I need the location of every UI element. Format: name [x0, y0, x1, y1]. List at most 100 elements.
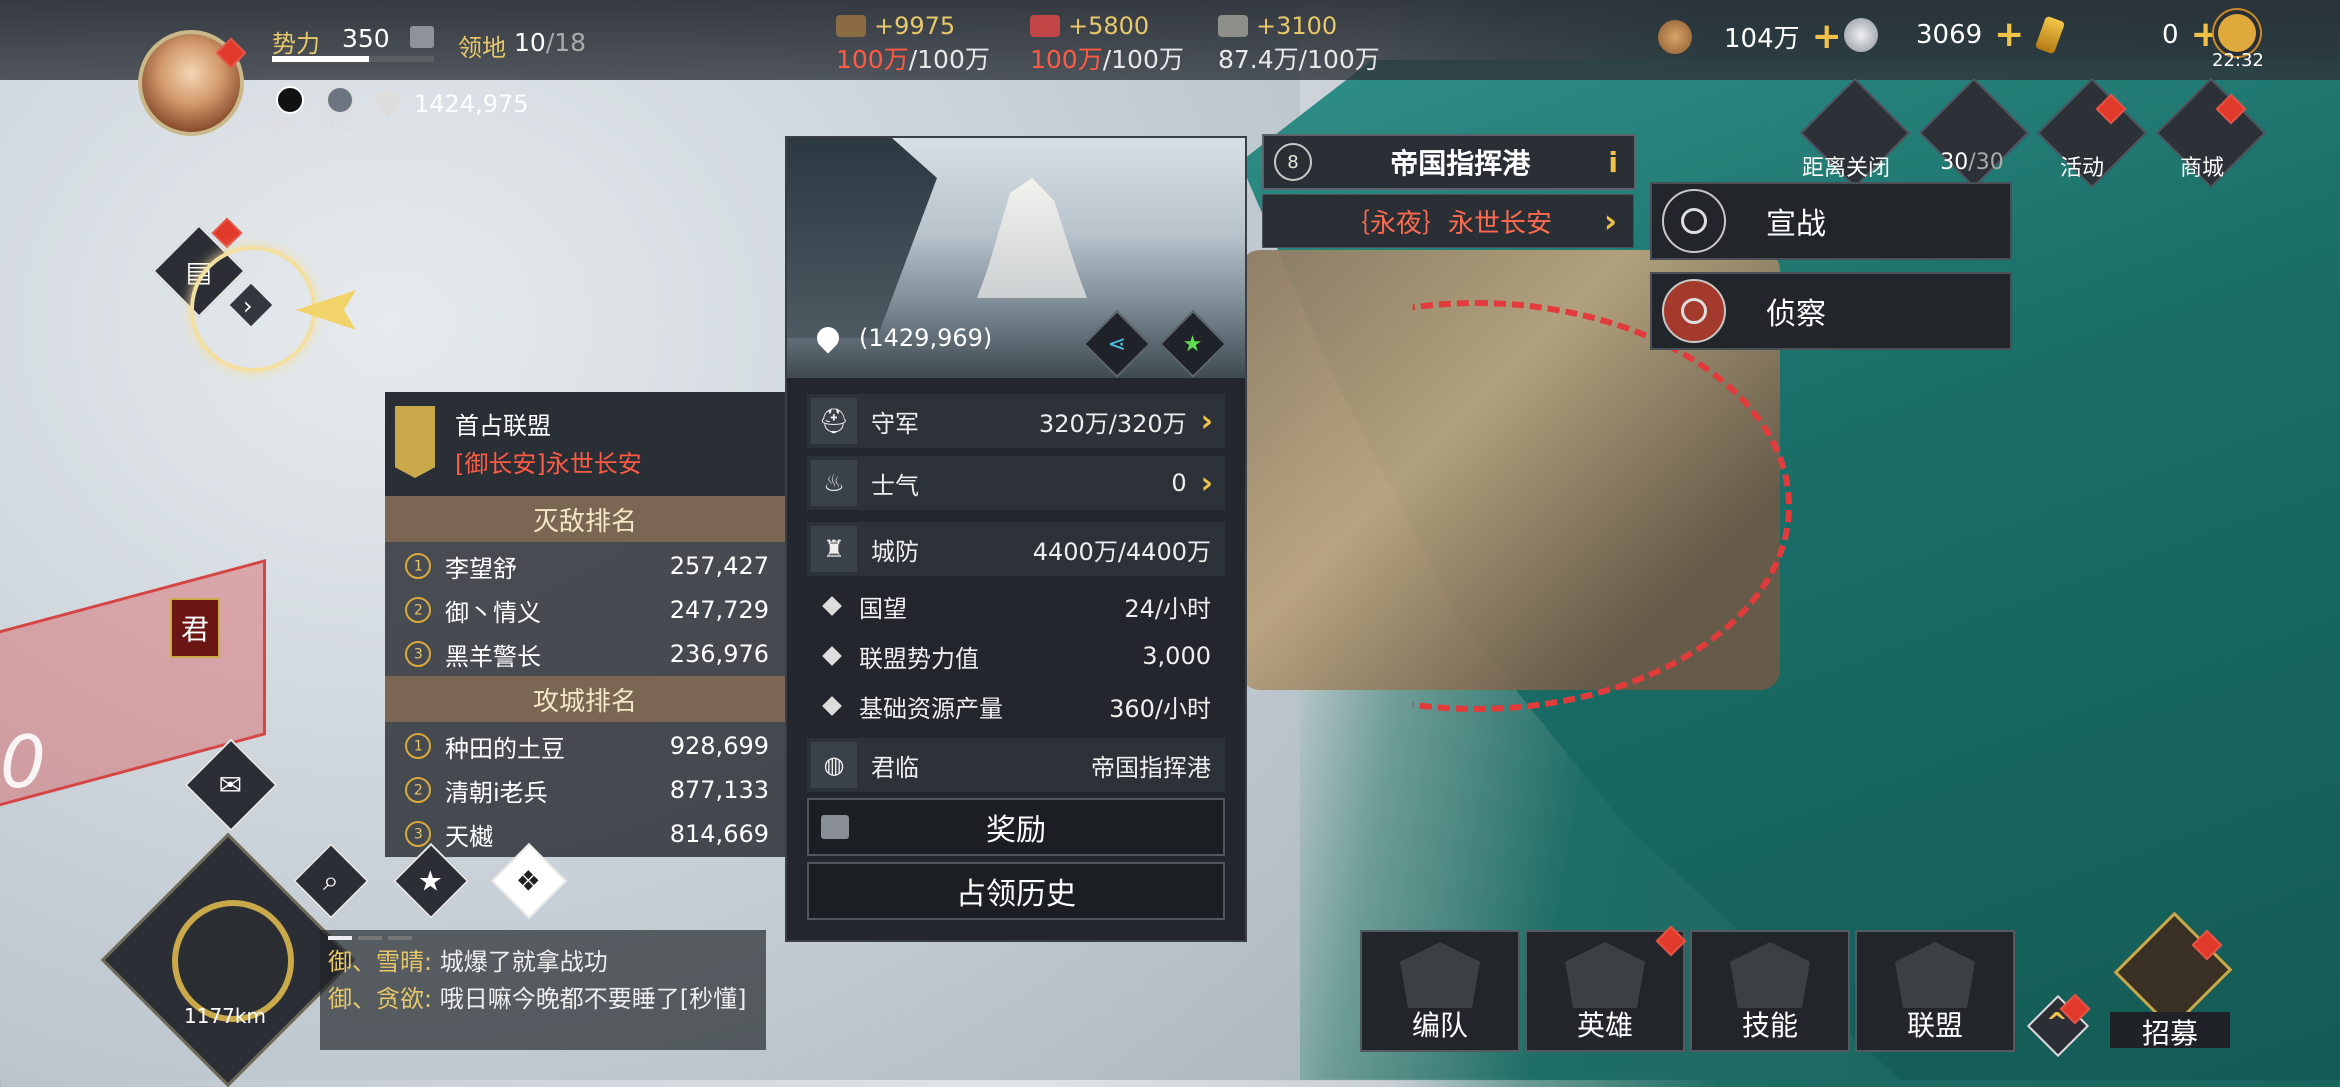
resource-ore[interactable]: +5800 100万/100万 [1030, 12, 1184, 76]
silver-coin-icon [1844, 18, 1878, 52]
team-button[interactable]: 编队 [1360, 930, 1520, 1052]
alliance-power-row: 联盟势力值 3,000 [807, 632, 1225, 680]
list-item[interactable]: 1 种田的土豆 928,699 [385, 724, 785, 768]
scout-icon [1662, 279, 1726, 343]
alliance-ranking-panel: 首占联盟 [御长安]永世长安 灭敌排名 1 李望舒 257,427 2 御丶情义 247… [385, 392, 785, 857]
flame-icon: ♨ [811, 460, 857, 506]
star-icon: ★ [418, 864, 444, 898]
helmet-icon: ⛑ [811, 398, 857, 444]
search-icon: ⌕ [323, 864, 339, 897]
chevron-right-icon: › [1603, 202, 1617, 240]
city-coord-row[interactable]: (1429,969) [812, 322, 993, 354]
city-owner-button[interactable]: ｛永夜｝永世长安 › [1262, 194, 1634, 248]
chevron-right-icon: › [1200, 465, 1213, 501]
zone-number: 0 [0, 720, 46, 804]
chat-page-dot [358, 936, 382, 940]
alliance-banner-icon [395, 406, 435, 478]
defense-row: ♜ 城防 4400万/4400万 [807, 522, 1225, 576]
rule-row: ◍ 君临 帝国指挥港 [807, 738, 1225, 792]
siege-rank-title: 攻城排名 [385, 676, 785, 722]
silver-add-icon[interactable]: + [1994, 17, 2024, 53]
community-icon[interactable] [326, 86, 354, 114]
share-icon: ⋖ [1107, 331, 1127, 357]
city-coord: (1429,969) [859, 324, 993, 352]
resource-wood[interactable]: +9975 100万/100万 [836, 12, 990, 76]
privilege-icon[interactable] [276, 86, 304, 114]
list-item[interactable]: 3 黑羊警长 236,976 [385, 632, 785, 676]
helmet-icon [1565, 942, 1645, 1008]
territory-value: 10/18 [514, 28, 587, 57]
ore-icon [1030, 15, 1060, 37]
chat-message: 御、雪晴: 城爆了就拿战功 [328, 948, 608, 976]
shop-label: 商城 [2179, 156, 2224, 181]
bullet-icon [822, 596, 842, 616]
list-item[interactable]: 3 天樾 814,669 [385, 812, 785, 856]
castle-icon: ♜ [811, 526, 857, 572]
star-icon: ★ [1183, 331, 1203, 357]
city-info-panel: (1429,969) ⋖ ★ ⛑ 守军 320万/320万 › ♨ 士气 0 › ♜ 城… [785, 136, 1247, 942]
gold-add-icon[interactable]: + [2191, 17, 2221, 53]
gold-bar-icon [2034, 15, 2066, 55]
chat-message: 御、贪欲: 哦日嘛今晚都不要睡了[秒懂] [328, 985, 747, 1013]
bullet-icon [822, 646, 842, 666]
list-item[interactable]: 1 李望舒 257,427 [385, 544, 785, 588]
list-item[interactable]: 2 御丶情义 247,729 [385, 588, 785, 632]
occupation-history-button[interactable]: 占领历史 [807, 862, 1225, 920]
ship-image [977, 178, 1087, 298]
silver-currency[interactable]: 3069 + [1844, 17, 2024, 53]
privilege-label: 特权 [268, 114, 299, 132]
activity-label: 活动 [2059, 156, 2104, 181]
globe-icon: ◍ [811, 742, 857, 788]
wood-icon [836, 15, 866, 37]
skill-button[interactable]: 技能 [1690, 930, 1850, 1052]
clock-time: 22:32 [2212, 50, 2264, 71]
sun-weather-icon[interactable] [2218, 14, 2256, 52]
power-detail-icon[interactable] [410, 26, 434, 48]
chat-page-dot [328, 936, 352, 940]
declare-war-button[interactable]: 宣战 [1650, 182, 2012, 260]
chat-page-dot [388, 936, 412, 940]
power-progress-bar [272, 56, 434, 62]
prestige-row: 国望 24/小时 [807, 582, 1225, 630]
territory-label: 领地 [458, 34, 506, 62]
morale-row[interactable]: ♨ 士气 0 › [807, 456, 1225, 510]
copper-coin-icon [1658, 19, 1692, 54]
copper-currency[interactable]: 104万 + [1658, 18, 1842, 55]
city-title-bar: 8 帝国指挥港 i [1262, 134, 1636, 190]
chevron-right-icon: › [243, 292, 253, 320]
first-occupier-header: 首占联盟 [御长安]永世长安 [385, 392, 785, 496]
city-level-badge: 8 [1274, 143, 1312, 181]
scout-label: 侦察 [1766, 297, 1826, 332]
alliance-button[interactable]: 联盟 [1855, 930, 2015, 1052]
power-label: 势力 [272, 30, 320, 58]
first-occupier-name[interactable]: [御长安]永世长安 [455, 444, 642, 479]
chest-icon [821, 815, 849, 839]
chat-box[interactable]: 御、雪晴: 城爆了就拿战功 御、贪欲: 哦日嘛今晚都不要睡了[秒懂] [320, 930, 766, 1050]
player-coord[interactable]: 1424,975 [414, 90, 529, 118]
iron-icon [1218, 15, 1248, 37]
city-name: 帝国指挥港 [1390, 147, 1531, 180]
gold-currency[interactable]: 0 + [2034, 15, 2221, 55]
declare-war-icon [1662, 189, 1726, 253]
location-pin-icon [812, 322, 844, 354]
scout-button[interactable]: 侦察 [1650, 272, 2012, 350]
first-occupier-label: 首占联盟 [455, 412, 551, 440]
reward-button[interactable]: 奖励 [807, 798, 1225, 856]
kill-rank-title: 灭敌排名 [385, 496, 785, 542]
enemy-banner[interactable]: 君 [170, 598, 220, 658]
recruit-label: 招募 [2110, 1012, 2230, 1050]
distance-label: 1177km [184, 1004, 266, 1028]
grid-diamond-icon: ❖ [516, 864, 542, 898]
mail-icon: ✉ [219, 768, 243, 802]
info-icon[interactable]: i [1608, 146, 1618, 179]
hero-button[interactable]: 英雄 [1525, 930, 1685, 1052]
copper-add-icon[interactable]: + [1812, 18, 1842, 54]
chevron-right-icon: › [1200, 403, 1213, 439]
resource-iron[interactable]: +3100 87.4万/100万 [1218, 12, 1380, 76]
resource-output-row: 基础资源产量 360/小时 [807, 682, 1225, 730]
community-label: 社区 [322, 114, 353, 132]
flag-icon [1400, 942, 1480, 1008]
list-item[interactable]: 2 清朝i老兵 877,133 [385, 768, 785, 812]
garrison-row[interactable]: ⛑ 守军 320万/320万 › [807, 394, 1225, 448]
ship-image-left [787, 138, 937, 338]
